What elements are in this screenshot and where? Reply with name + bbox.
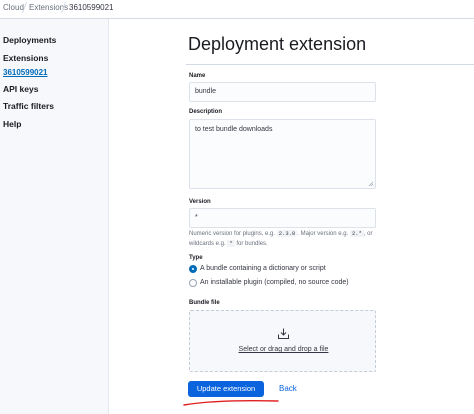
radio-bundle[interactable] xyxy=(189,265,197,273)
back-button[interactable]: Back xyxy=(279,384,297,393)
file-dropzone[interactable]: Select or drag and drop a file xyxy=(189,310,376,372)
version-field[interactable]: * xyxy=(189,208,376,228)
sidebar-item-extensions[interactable]: Extensions xyxy=(3,53,48,63)
breadcrumb-cloud[interactable]: Cloud xyxy=(3,3,24,12)
sidebar-item-traffic-filters[interactable]: Traffic filters xyxy=(3,101,54,111)
help-code: 2.3.0 xyxy=(276,230,298,237)
help-text: for bundles. xyxy=(236,241,268,247)
radio-bundle-label[interactable]: A bundle containing a dictionary or scri… xyxy=(200,265,326,272)
breadcrumb: Cloud Extensions 3610599021 xyxy=(0,0,474,19)
help-code: * xyxy=(227,240,235,247)
breadcrumb-current: 3610599021 xyxy=(69,3,114,12)
description-value: to test bundle downloads xyxy=(195,126,273,133)
annotation-underline xyxy=(183,399,279,406)
update-extension-button[interactable]: Update extension xyxy=(188,381,264,397)
type-label: Type xyxy=(189,255,203,261)
title-divider xyxy=(186,64,474,65)
version-help-text: Numeric version for plugins, e.g. 2.3.0.… xyxy=(189,229,389,249)
sidebar: Deployments Extensions 3610599021 API ke… xyxy=(0,19,109,414)
help-text: Numeric version for plugins, e.g. xyxy=(189,231,276,237)
version-label: Version xyxy=(189,199,211,205)
name-label: Name xyxy=(189,73,206,79)
bundle-file-label: Bundle file xyxy=(189,300,220,306)
radio-plugin[interactable] xyxy=(189,279,197,287)
radio-plugin-label[interactable]: An installable plugin (compiled, no sour… xyxy=(200,279,349,286)
page-title: Deployment extension xyxy=(188,34,367,54)
sidebar-item-extension-id[interactable]: 3610599021 xyxy=(3,68,48,77)
description-label: Description xyxy=(189,109,223,115)
name-field[interactable]: bundle xyxy=(189,82,376,102)
sidebar-item-deployments[interactable]: Deployments xyxy=(3,35,56,45)
resize-handle-icon[interactable] xyxy=(368,181,374,187)
help-text: . Major version e.g. xyxy=(297,231,349,237)
help-code: 2.* xyxy=(349,230,364,237)
sidebar-item-help[interactable]: Help xyxy=(3,119,21,129)
upload-icon xyxy=(278,328,289,339)
dropzone-text[interactable]: Select or drag and drop a file xyxy=(190,346,377,353)
description-field[interactable]: to test bundle downloads xyxy=(189,119,376,189)
sidebar-item-api-keys[interactable]: API keys xyxy=(3,84,38,94)
